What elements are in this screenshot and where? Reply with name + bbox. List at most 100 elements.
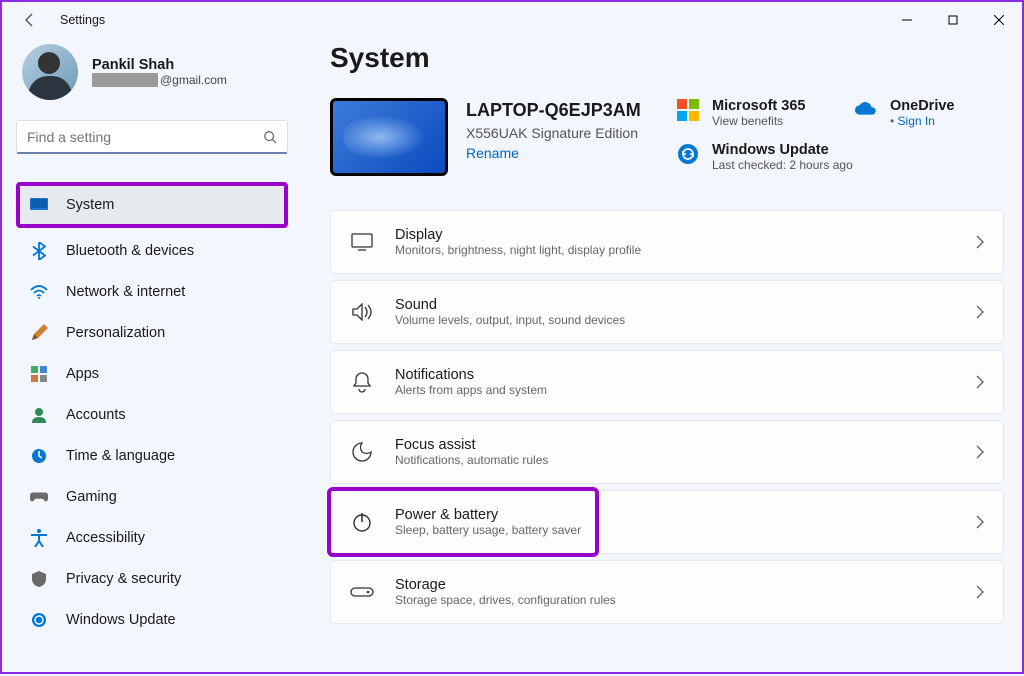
card-display[interactable]: Display Monitors, brightness, night ligh…	[330, 210, 1004, 274]
focus-icon	[349, 439, 375, 465]
system-icon	[30, 196, 48, 214]
chevron-right-icon	[975, 585, 985, 599]
maximize-button[interactable]	[930, 4, 976, 36]
email-redacted	[92, 73, 158, 87]
card-power[interactable]: Power & battery Sleep, battery usage, ba…	[330, 490, 1004, 554]
onedrive-signin-link[interactable]: Sign In	[890, 114, 954, 128]
card-title: Power & battery	[395, 507, 975, 523]
storage-icon	[349, 579, 375, 605]
nav-label: Network & internet	[66, 284, 185, 300]
chevron-right-icon	[975, 375, 985, 389]
onedrive-icon	[854, 98, 878, 122]
highlight-system: System	[16, 182, 288, 228]
nav-label: Privacy & security	[66, 571, 181, 587]
nav-label: Accessibility	[66, 530, 145, 546]
card-sub: Monitors, brightness, night light, displ…	[395, 243, 975, 257]
chevron-right-icon	[975, 305, 985, 319]
info-grid: Microsoft 365 View benefits OneDrive Sig…	[676, 98, 1004, 172]
chevron-right-icon	[975, 445, 985, 459]
info-sub: Last checked: 2 hours ago	[712, 158, 853, 172]
back-button[interactable]	[18, 8, 42, 32]
device-name: LAPTOP-Q6EJP3AM	[466, 100, 641, 121]
chevron-right-icon	[975, 515, 985, 529]
avatar	[22, 44, 78, 100]
nav-item-update[interactable]: Windows Update	[16, 601, 288, 639]
nav-item-time[interactable]: Time & language	[16, 437, 288, 475]
nav-label: Personalization	[66, 325, 165, 341]
nav-item-apps[interactable]: Apps	[16, 355, 288, 393]
nav-label: Accounts	[66, 407, 126, 423]
update-status-icon	[676, 142, 700, 166]
nav-list: System Bluetooth & devices Network & int…	[16, 182, 288, 639]
card-storage[interactable]: Storage Storage space, drives, configura…	[330, 560, 1004, 624]
nav-item-privacy[interactable]: Privacy & security	[16, 560, 288, 598]
card-title: Sound	[395, 297, 975, 313]
nav-label: Bluetooth & devices	[66, 243, 194, 259]
sound-icon	[349, 299, 375, 325]
nav-label: System	[66, 197, 114, 213]
apps-icon	[30, 365, 48, 383]
profile-block[interactable]: Pankil Shah @gmail.com	[16, 44, 288, 100]
system-header-row: LAPTOP-Q6EJP3AM X556UAK Signature Editio…	[330, 98, 1004, 176]
notifications-icon	[349, 369, 375, 395]
close-button[interactable]	[976, 4, 1022, 36]
info-title: Windows Update	[712, 142, 853, 158]
info-onedrive[interactable]: OneDrive Sign In	[854, 98, 1004, 128]
profile-name: Pankil Shah	[92, 57, 227, 73]
email-suffix: @gmail.com	[160, 73, 227, 87]
search-icon	[263, 130, 277, 144]
gaming-icon	[30, 488, 48, 506]
device-image	[330, 98, 448, 176]
card-title: Storage	[395, 577, 975, 593]
card-title: Focus assist	[395, 437, 975, 453]
nav-item-bluetooth[interactable]: Bluetooth & devices	[16, 232, 288, 270]
nav-label: Time & language	[66, 448, 175, 464]
nav-item-system[interactable]: System	[20, 186, 284, 224]
main-content: System LAPTOP-Q6EJP3AM X556UAK Signature…	[302, 38, 1022, 676]
card-focus[interactable]: Focus assist Notifications, automatic ru…	[330, 420, 1004, 484]
card-title: Display	[395, 227, 975, 243]
card-sub: Alerts from apps and system	[395, 383, 975, 397]
device-block: LAPTOP-Q6EJP3AM X556UAK Signature Editio…	[330, 98, 656, 176]
chevron-right-icon	[975, 235, 985, 249]
nav-label: Gaming	[66, 489, 117, 505]
personalization-icon	[30, 324, 48, 342]
page-title: System	[330, 42, 1004, 74]
card-sub: Sleep, battery usage, battery saver	[395, 523, 975, 537]
display-icon	[349, 229, 375, 255]
search-box[interactable]	[16, 120, 288, 154]
nav-item-personalization[interactable]: Personalization	[16, 314, 288, 352]
bluetooth-icon	[30, 242, 48, 260]
rename-link[interactable]: Rename	[466, 145, 641, 161]
card-title: Notifications	[395, 367, 975, 383]
app-title: Settings	[60, 13, 105, 27]
privacy-icon	[30, 570, 48, 588]
nav-item-gaming[interactable]: Gaming	[16, 478, 288, 516]
nav-label: Apps	[66, 366, 99, 382]
profile-email: @gmail.com	[92, 73, 227, 87]
power-icon	[349, 509, 375, 535]
update-icon	[30, 611, 48, 629]
info-update[interactable]: Windows Update Last checked: 2 hours ago	[676, 142, 853, 172]
card-notifications[interactable]: Notifications Alerts from apps and syste…	[330, 350, 1004, 414]
card-sub: Notifications, automatic rules	[395, 453, 975, 467]
card-sub: Storage space, drives, configuration rul…	[395, 593, 975, 607]
device-model: X556UAK Signature Edition	[466, 125, 641, 141]
sidebar: Pankil Shah @gmail.com System Bluetooth …	[2, 38, 302, 676]
info-title: OneDrive	[890, 98, 954, 114]
nav-item-network[interactable]: Network & internet	[16, 273, 288, 311]
nav-item-accessibility[interactable]: Accessibility	[16, 519, 288, 557]
card-sound[interactable]: Sound Volume levels, output, input, soun…	[330, 280, 1004, 344]
info-sub: View benefits	[712, 114, 805, 128]
network-icon	[30, 283, 48, 301]
time-icon	[30, 447, 48, 465]
info-title: Microsoft 365	[712, 98, 805, 114]
minimize-button[interactable]	[884, 4, 930, 36]
accounts-icon	[30, 406, 48, 424]
search-input[interactable]	[27, 129, 263, 145]
card-sub: Volume levels, output, input, sound devi…	[395, 313, 975, 327]
nav-item-accounts[interactable]: Accounts	[16, 396, 288, 434]
window-controls	[884, 4, 1022, 36]
info-m365[interactable]: Microsoft 365 View benefits	[676, 98, 826, 128]
settings-cards: Display Monitors, brightness, night ligh…	[330, 210, 1004, 624]
